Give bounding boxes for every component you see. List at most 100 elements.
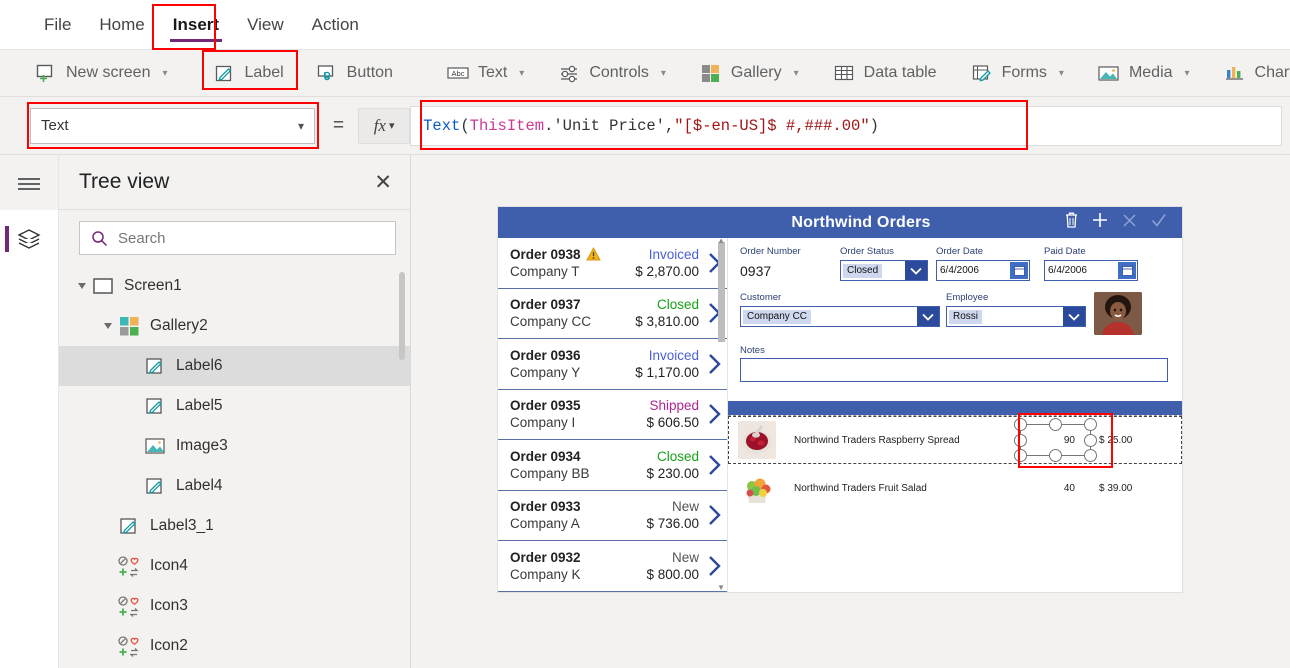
product-name: Northwind Traders Fruit Salad (794, 482, 927, 494)
chevron-down-icon[interactable]: ▾ (1185, 68, 1190, 79)
gallery-item[interactable]: Order 0933 New Company A $ 736.00 (498, 491, 727, 541)
gallery-item[interactable]: Order 0932 New Company K $ 800.00 (498, 541, 727, 592)
ribbon-data-table-button[interactable]: Data table (822, 59, 948, 87)
order-status-dropdown[interactable]: Closed (840, 260, 928, 281)
order-details-gallery[interactable]: Northwind Traders Raspberry Spread 90 $ … (728, 415, 1182, 592)
gallery-scrollbar-thumb[interactable] (718, 242, 725, 342)
menu-item-view[interactable]: View (233, 9, 298, 41)
calendar-icon[interactable] (1010, 262, 1028, 279)
tree-node-label3_1[interactable]: Label3_1 (59, 506, 410, 546)
order-date-picker[interactable]: 6/4/2006 (936, 260, 1030, 281)
ribbon-label-button[interactable]: Label (203, 59, 295, 87)
property-selector[interactable]: Text ▾ (30, 107, 315, 144)
tree-search-wrapper: Search (59, 210, 410, 266)
ribbon-controls-button[interactable]: Controls ▾ (547, 59, 677, 87)
chevron-down-icon[interactable]: ▾ (162, 68, 167, 79)
chevron-down-icon[interactable]: ▾ (794, 68, 799, 79)
tree-node-gallery2[interactable]: Gallery2 (59, 306, 410, 346)
resize-handle-sw[interactable] (1014, 449, 1027, 462)
gallery-item[interactable]: Order 0937 Closed Company CC $ 3,810.00 (498, 289, 727, 339)
ribbon-text-button[interactable]: Abc Text ▾ (436, 59, 535, 87)
tree-node-label5[interactable]: Label5 (59, 386, 410, 426)
chevron-down-icon[interactable]: ▾ (661, 68, 666, 79)
expander-icon[interactable] (73, 282, 91, 290)
menu-item-insert[interactable]: Insert (159, 9, 233, 42)
search-input[interactable]: Search (79, 221, 396, 255)
expander-icon[interactable] (99, 322, 117, 330)
formula-input[interactable]: Text ( ThisItem .'Unit Price', "[$-en-US… (410, 105, 1282, 146)
tree-scrollbar-thumb[interactable] (399, 272, 405, 360)
ribbon-toolbar: New screen ▾ Label Button Abc Text ▾ Con… (0, 50, 1290, 97)
resize-handle-s[interactable] (1049, 449, 1062, 462)
resize-handle-n[interactable] (1049, 418, 1062, 431)
tree-node-image3[interactable]: Image3 (59, 426, 410, 466)
chevron-down-icon[interactable] (1063, 307, 1085, 326)
tree-node-icon4[interactable]: Icon4 (59, 546, 410, 586)
employee-dropdown[interactable]: Rossi (946, 306, 1086, 327)
resize-handle-ne[interactable] (1084, 418, 1097, 431)
tree-node-label4[interactable]: Label4 (59, 466, 410, 506)
tree-node-label6[interactable]: Label6 (59, 346, 410, 386)
delete-icon[interactable] (1064, 211, 1079, 234)
hamburger-icon (18, 177, 40, 190)
gallery-item[interactable]: Order 0936 Invoiced Company Y $ 1,170.00 (498, 339, 727, 390)
chevron-right-icon[interactable] (703, 352, 727, 376)
order-detail-row[interactable]: Northwind Traders Fruit Salad 40 $ 39.00 (728, 464, 1182, 512)
label-icon (143, 355, 167, 377)
menu-item-file[interactable]: File (30, 9, 85, 41)
order-date-label: Order Date (936, 246, 983, 257)
controls-icon (558, 63, 580, 83)
gallery-item[interactable]: Order 0935 Shipped Company I $ 606.50 (498, 390, 727, 440)
chevron-down-icon[interactable] (905, 261, 927, 280)
order-detail-row[interactable]: Northwind Traders Raspberry Spread 90 $ … (728, 416, 1182, 464)
ribbon-new-screen-button[interactable]: New screen ▾ (24, 59, 179, 87)
rail-item-tree-view[interactable] (0, 210, 58, 268)
menu-item-home[interactable]: Home (85, 9, 158, 41)
tree-node-icon2[interactable]: Icon2 (59, 626, 410, 666)
scroll-up-arrow-icon[interactable]: ▲ (717, 238, 725, 245)
hamburger-menu-button[interactable] (0, 155, 58, 210)
gallery-icon (700, 63, 722, 83)
notes-input[interactable] (740, 358, 1168, 382)
resize-handle-nw[interactable] (1014, 418, 1027, 431)
orders-gallery[interactable]: Order 0938 Invoiced Company T $ 2,870.00 (498, 238, 728, 592)
chevron-right-icon[interactable] (703, 554, 727, 578)
order-status: Closed (656, 297, 699, 313)
resize-handle-w[interactable] (1014, 434, 1027, 447)
ribbon-media-button[interactable]: Media ▾ (1087, 59, 1201, 87)
screen-icon (91, 275, 115, 297)
tree-node-screen1[interactable]: Screen1 (59, 266, 410, 306)
tree-node-icon3[interactable]: Icon3 (59, 586, 410, 626)
ribbon-forms-button[interactable]: Forms ▾ (960, 59, 1075, 87)
calendar-icon[interactable] (1118, 262, 1136, 279)
chevron-right-icon[interactable] (703, 503, 727, 527)
paid-date-picker[interactable]: 6/4/2006 (1044, 260, 1138, 281)
order-company: Company T (510, 263, 580, 279)
ribbon-button-button[interactable]: Button (305, 59, 404, 87)
chevron-right-icon[interactable] (703, 402, 727, 426)
chevron-down-icon[interactable]: ▾ (389, 119, 395, 132)
resize-handle-se[interactable] (1084, 449, 1097, 462)
search-icon (92, 230, 108, 246)
formula-token-punct: ( (460, 116, 470, 135)
menu-item-action[interactable]: Action (298, 9, 373, 41)
gallery-item[interactable]: Order 0938 Invoiced Company T $ 2,870.00 (498, 238, 727, 289)
chevron-down-icon[interactable]: ▾ (298, 119, 304, 133)
rail-selection-indicator (5, 226, 9, 252)
chevron-right-icon[interactable] (703, 453, 727, 477)
customer-dropdown[interactable]: Company CC (740, 306, 940, 327)
scroll-down-arrow-icon[interactable]: ▼ (717, 583, 725, 592)
close-icon[interactable]: ✕ (374, 172, 392, 193)
ribbon-gallery-button[interactable]: Gallery ▾ (689, 59, 810, 87)
add-icon[interactable] (1091, 211, 1109, 234)
ribbon-charts-button[interactable]: Charts (1213, 59, 1290, 87)
order-form: Order Number 0937 Order Status Closed Or… (728, 238, 1182, 592)
chevron-down-icon[interactable]: ▾ (1059, 68, 1064, 79)
details-divider-bar (728, 401, 1182, 415)
resize-handle-e[interactable] (1084, 434, 1097, 447)
tree-view-pane: Tree view ✕ Search Screen1 Gallery2 Labe… (59, 155, 411, 668)
chevron-down-icon[interactable]: ▾ (519, 68, 524, 79)
chevron-down-icon[interactable] (917, 307, 939, 326)
fx-button[interactable]: fx ▾ (358, 107, 411, 144)
gallery-item[interactable]: Order 0934 Closed Company BB $ 230.00 (498, 440, 727, 491)
